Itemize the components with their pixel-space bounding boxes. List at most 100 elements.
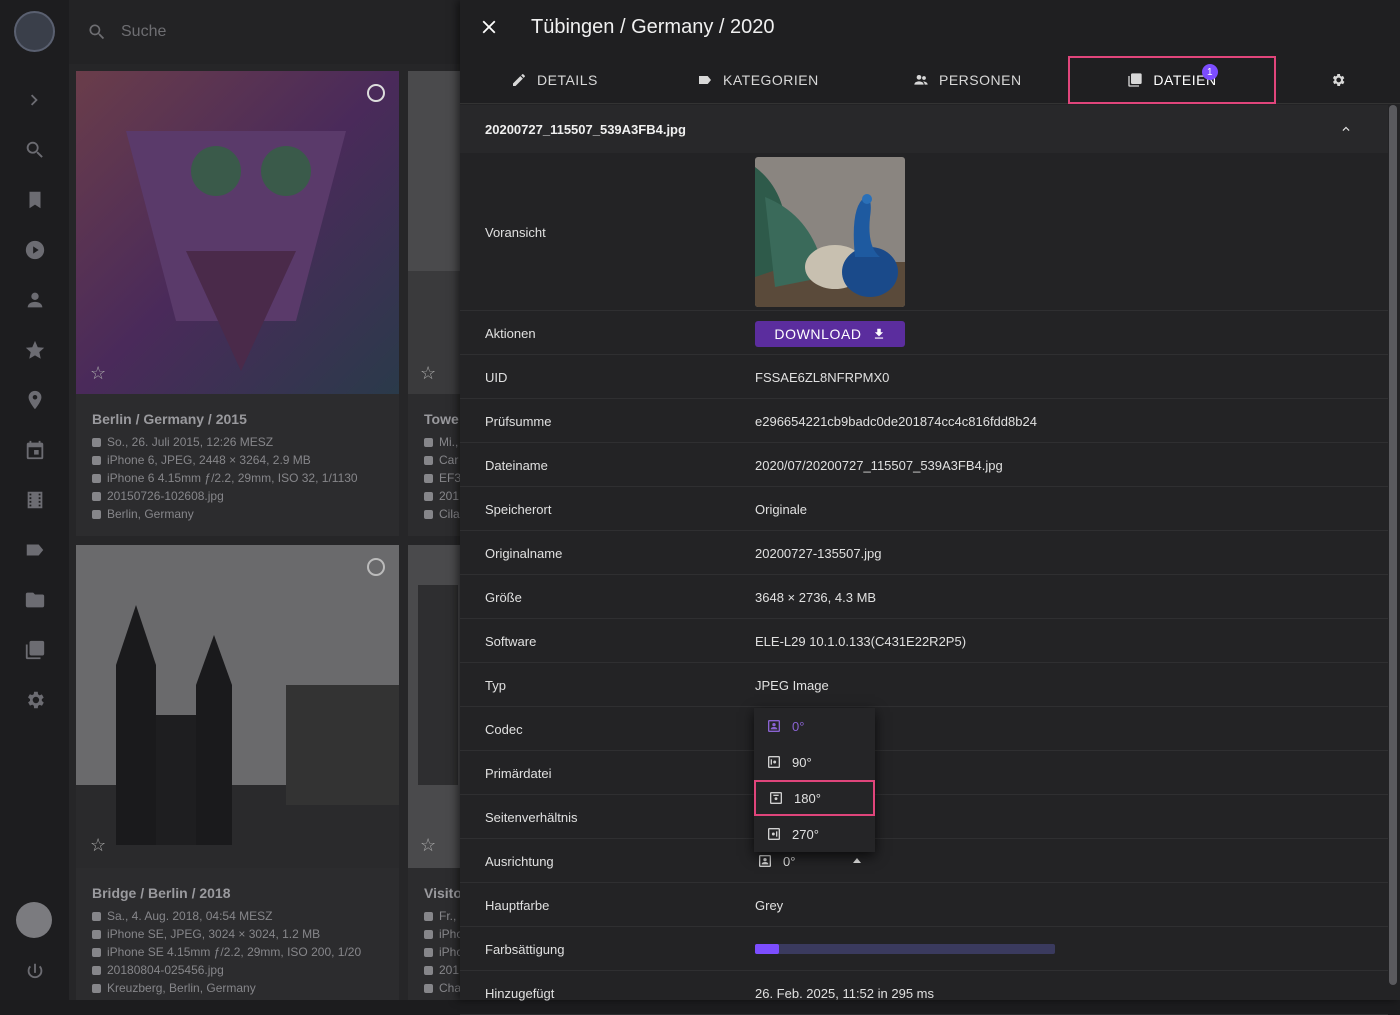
- row-value[interactable]: FSSAE6ZL8NFRPMX0: [755, 370, 889, 385]
- preview-image[interactable]: [755, 157, 905, 307]
- tab-personen[interactable]: PERSONEN: [913, 56, 1022, 104]
- tab-settings[interactable]: [1330, 56, 1346, 104]
- added-row: Hinzugefügt 26. Feb. 2025, 11:52 in 295 …: [460, 971, 1388, 1015]
- photo-thumbnail[interactable]: [408, 545, 460, 868]
- card-filename: 20180804-025456.jpg: [92, 963, 224, 977]
- film-icon[interactable]: [22, 487, 48, 513]
- row-label: Speicherort: [485, 502, 552, 517]
- photo-thumbnail[interactable]: [76, 545, 399, 868]
- row-value[interactable]: e296654221cb9badc0de201874cc4c816fdd8b24: [755, 414, 1037, 429]
- portrait-icon: [768, 720, 780, 732]
- files-icon[interactable]: [22, 637, 48, 663]
- caret-up-icon[interactable]: [853, 858, 861, 863]
- chevron-up-icon[interactable]: [1339, 122, 1353, 136]
- app-logo[interactable]: [14, 11, 55, 52]
- star-icon[interactable]: [22, 337, 48, 363]
- pencil-icon: [513, 74, 525, 86]
- row-label: Prüfsumme: [485, 414, 552, 429]
- saturation-fill: [755, 944, 779, 954]
- actions-row: Aktionen: [460, 311, 1388, 355]
- download-icon: [874, 328, 883, 339]
- main-color-row: Hauptfarbe Grey: [460, 883, 1388, 927]
- row-label: Primärdatei: [485, 766, 552, 781]
- photo-card[interactable]: ☆ Bridge / Berlin / 2018 Sa., 4. Aug. 20…: [76, 545, 399, 1000]
- search-placeholder: Suche: [121, 23, 167, 40]
- panel-tabs: DETAILS KATEGORIEN PERSONEN DATEIEN 1: [460, 56, 1400, 104]
- row-label: Codec: [485, 722, 523, 737]
- people-icon: [914, 75, 928, 85]
- play-icon[interactable]: [22, 237, 48, 263]
- favorite-star-icon[interactable]: ☆: [420, 363, 436, 384]
- bookmark-icon[interactable]: [22, 187, 48, 213]
- photo-card[interactable]: ☆ Visito Fr., iPho iPho 201 Cha: [408, 545, 460, 1000]
- rotate-180-icon: [770, 792, 782, 804]
- photo-thumbnail[interactable]: [76, 71, 399, 394]
- power-icon[interactable]: [22, 959, 48, 985]
- panel-title: Tübingen / Germany / 2020: [531, 16, 775, 38]
- tag-icon[interactable]: [22, 537, 48, 563]
- favorite-star-icon[interactable]: ☆: [90, 835, 106, 856]
- card-date: Sa., 4. Aug. 2018, 04:54 MESZ: [92, 909, 272, 923]
- favorite-star-icon[interactable]: ☆: [420, 835, 436, 856]
- search-bar[interactable]: Suche: [69, 0, 460, 64]
- card-location: Cha: [424, 981, 460, 995]
- row-label: Seitenverhältnis: [485, 810, 578, 825]
- library-content: Suche ☆ Berlin / Germany / 2015 So., 26.…: [69, 0, 460, 1000]
- file-expansion-header[interactable]: 20200727_115507_539A3FB4.jpg: [460, 105, 1388, 153]
- card-filename: 201: [424, 489, 459, 503]
- card-location: Kreuzberg, Berlin, Germany: [92, 981, 256, 995]
- rotation-option-270[interactable]: 270°: [754, 816, 875, 852]
- card-camera: iPhone 6, JPEG, 2448 × 3264, 2.9 MB: [92, 453, 311, 467]
- row-label: Originalname: [485, 546, 563, 561]
- close-button[interactable]: [478, 16, 500, 38]
- rotation-option-0[interactable]: 0°: [754, 708, 875, 744]
- row-value: 20200727-135507.jpg: [755, 546, 882, 561]
- preview-label: Voransicht: [485, 225, 546, 240]
- card-title: Bridge / Berlin / 2018: [92, 885, 231, 901]
- rotate-270-icon: [768, 828, 780, 840]
- location-icon[interactable]: [22, 387, 48, 413]
- row-value[interactable]: 2020/07/20200727_115507_539A3FB4.jpg: [755, 458, 1003, 473]
- photo-card[interactable]: ☆ Berlin / Germany / 2015 So., 26. Juli …: [76, 71, 399, 536]
- tab-details[interactable]: DETAILS: [511, 56, 598, 104]
- folder-icon[interactable]: [22, 587, 48, 613]
- rotation-option-90[interactable]: 90°: [754, 744, 875, 780]
- person-icon[interactable]: [22, 287, 48, 313]
- favorite-star-icon[interactable]: ☆: [90, 363, 106, 384]
- rotation-option-180[interactable]: 180°: [754, 780, 875, 816]
- files-count-badge: 1: [1202, 64, 1218, 80]
- card-title: Visito: [424, 885, 460, 901]
- tab-kategorien[interactable]: KATEGORIEN: [697, 56, 819, 104]
- photo-edit-panel: Tübingen / Germany / 2020 DETAILS KATEGO…: [460, 0, 1400, 1015]
- actions-label: Aktionen: [485, 326, 536, 341]
- row-value: 26. Feb. 2025, 11:52 in 295 ms: [755, 986, 934, 1001]
- panel-toolbar: Tübingen / Germany / 2020: [460, 0, 1400, 56]
- portrait-icon: [759, 855, 771, 867]
- download-button[interactable]: DOWNLOAD: [755, 321, 905, 347]
- storage-row: Speicherort Originale: [460, 487, 1388, 531]
- gear-icon: [1332, 74, 1345, 86]
- card-location: Berlin, Germany: [92, 507, 194, 521]
- avatar[interactable]: [16, 902, 52, 938]
- card-lens: EF3: [424, 471, 460, 485]
- row-label: Ausrichtung: [485, 854, 554, 869]
- tab-dateien[interactable]: DATEIEN 1: [1068, 56, 1276, 104]
- card-title: Towe: [424, 411, 459, 427]
- calendar-icon[interactable]: [22, 437, 48, 463]
- row-label: Software: [485, 634, 537, 649]
- card-camera: iPhone SE, JPEG, 3024 × 3024, 1.2 MB: [92, 927, 320, 941]
- card-camera: iPho: [424, 927, 460, 941]
- photo-thumbnail[interactable]: [408, 71, 460, 394]
- close-icon: [482, 20, 496, 34]
- search-icon[interactable]: [22, 137, 48, 163]
- original-name-row: Originalname 20200727-135507.jpg: [460, 531, 1388, 575]
- orientation-select[interactable]: 0°: [757, 853, 861, 869]
- card-title: Berlin / Germany / 2015: [92, 411, 247, 427]
- row-label: Dateiname: [485, 458, 548, 473]
- scrollbar[interactable]: [1389, 105, 1397, 985]
- expand-icon[interactable]: [22, 87, 48, 113]
- search-icon: [89, 24, 105, 40]
- row-label: Farbsättigung: [485, 942, 565, 957]
- gear-icon[interactable]: [22, 687, 48, 713]
- photo-card[interactable]: ☆ Towe Mi., Car EF3 201 Cila: [408, 71, 460, 536]
